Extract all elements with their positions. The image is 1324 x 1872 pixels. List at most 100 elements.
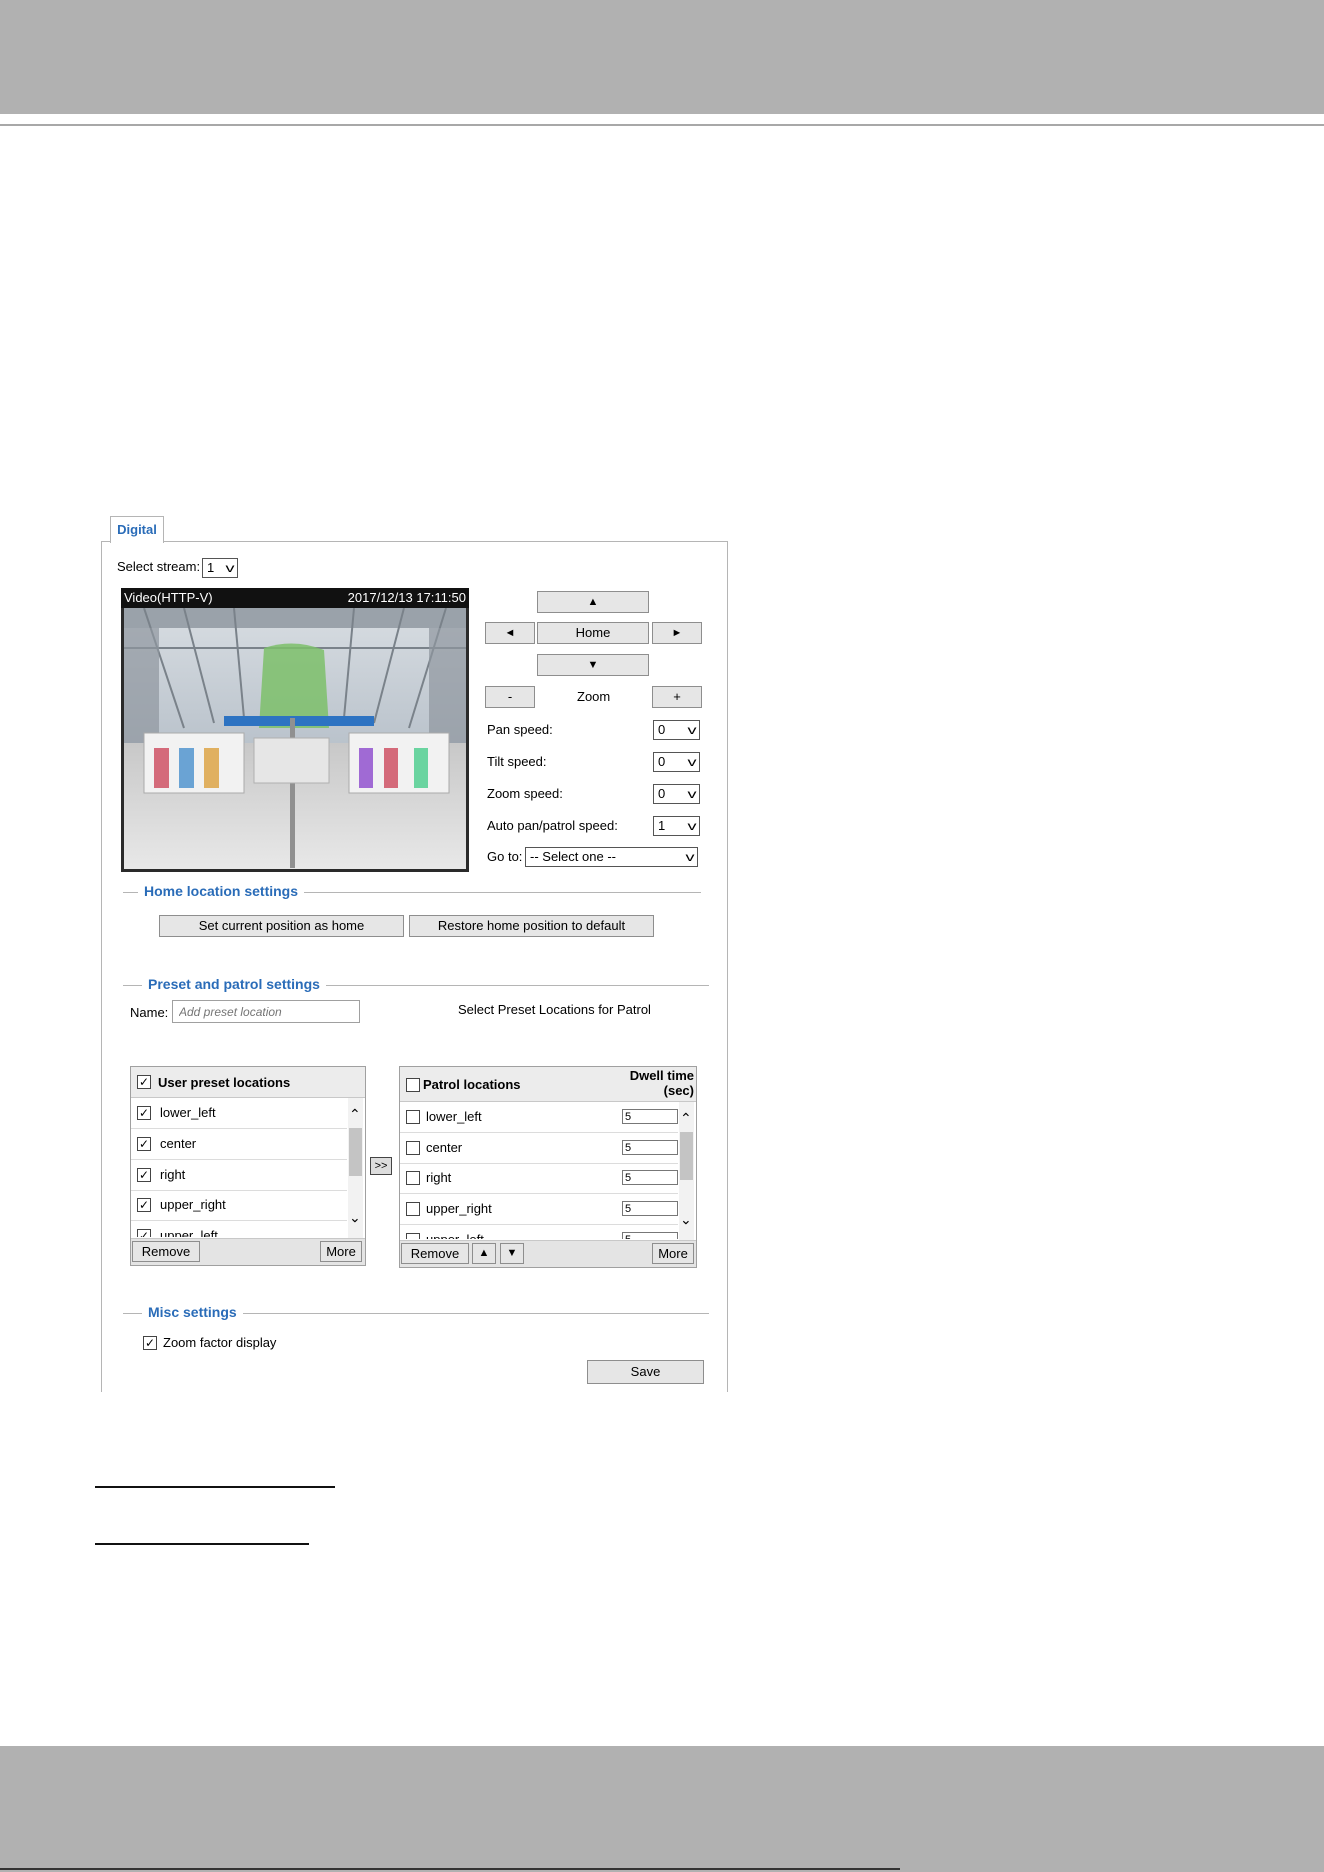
table-row[interactable]: lower_left 5 — [400, 1102, 678, 1133]
preset-section-title: Preset and patrol settings — [142, 976, 326, 992]
preset-name-label: Name: — [130, 1005, 169, 1020]
patrol-location-label: upper_right — [426, 1201, 492, 1216]
move-up-button[interactable]: ▲ — [472, 1243, 496, 1264]
list-item[interactable]: ✓ right — [131, 1160, 347, 1191]
stream-select[interactable]: 1v — [202, 558, 238, 578]
list-item-checkbox[interactable]: ✓ — [137, 1168, 151, 1182]
home-button[interactable]: Home — [537, 622, 649, 644]
select-stream-label: Select stream: — [117, 559, 201, 574]
pan-left-button[interactable]: ◄ — [485, 622, 535, 644]
table-row[interactable]: center 5 — [400, 1133, 678, 1164]
scroll-down-icon[interactable]: ⌃ — [680, 1210, 692, 1227]
patrol-location-label: right — [426, 1170, 452, 1185]
tilt-speed-label: Tilt speed: — [487, 754, 547, 769]
header-rule — [0, 124, 1324, 126]
auto-speed-select[interactable]: 1v — [653, 816, 700, 836]
zoom-label: Zoom — [577, 689, 611, 704]
patrol-list-scrollbar[interactable]: ⌃ ⌃ — [679, 1102, 694, 1240]
auto-speed-value: 1 — [658, 818, 666, 833]
dwell-time-input[interactable]: 5 — [622, 1109, 678, 1124]
zoom-factor-checkbox[interactable]: ✓ — [143, 1336, 157, 1350]
chevron-down-icon: v — [225, 561, 235, 575]
list-item-checkbox[interactable]: ✓ — [137, 1137, 151, 1151]
misc-section-title: Misc settings — [142, 1304, 243, 1320]
table-row[interactable]: upper_right 5 — [400, 1194, 678, 1225]
remove-patrol-button[interactable]: Remove — [401, 1243, 469, 1264]
zoom-out-button[interactable]: - — [485, 686, 535, 708]
patrol-caption: Select Preset Locations for Patrol — [458, 1002, 651, 1017]
dwell-time-input[interactable]: 5 — [622, 1232, 678, 1239]
patrol-location-label: lower_left — [426, 1109, 482, 1124]
list-item[interactable]: ✓ upper_right — [131, 1190, 347, 1221]
zoom-speed-label: Zoom speed: — [487, 786, 563, 801]
patrol-location-list: Patrol locations Dwell time (sec) lower_… — [399, 1066, 697, 1268]
goto-select[interactable]: -- Select one -- v — [525, 847, 698, 867]
zoom-in-button[interactable]: + — [652, 686, 702, 708]
table-row[interactable]: right 5 — [400, 1163, 678, 1194]
pan-speed-value: 0 — [658, 722, 666, 737]
scroll-up-icon[interactable]: ⌃ — [349, 1106, 361, 1123]
user-list-footer: Remove More — [131, 1238, 365, 1265]
dwell-time-input[interactable]: 5 — [622, 1170, 678, 1185]
list-item-label: upper_right — [160, 1197, 226, 1212]
user-list-scrollbar[interactable]: ⌃ ⌃ — [348, 1098, 363, 1238]
chevron-down-icon: v — [687, 723, 697, 737]
remove-user-preset-button[interactable]: Remove — [132, 1241, 200, 1262]
live-video: Video(HTTP-V) 2017/12/13 17:11:50 — [121, 588, 469, 872]
row-checkbox[interactable] — [406, 1202, 420, 1216]
select-all-user-checkbox[interactable]: ✓ — [137, 1075, 151, 1089]
chevron-down-icon: v — [687, 819, 697, 833]
move-down-button[interactable]: ▼ — [500, 1243, 524, 1264]
scroll-down-icon[interactable]: ⌃ — [349, 1208, 361, 1225]
pan-right-button[interactable]: ► — [652, 622, 702, 644]
pan-up-button[interactable]: ▲ — [537, 591, 649, 613]
underline-rule — [95, 1543, 309, 1545]
list-item-checkbox[interactable]: ✓ — [137, 1229, 151, 1237]
tab-digital[interactable]: Digital — [110, 516, 164, 543]
save-button[interactable]: Save — [587, 1360, 704, 1384]
list-item-label: center — [160, 1136, 197, 1151]
more-user-preset-button[interactable]: More — [320, 1241, 362, 1262]
list-item[interactable]: ✓ center — [131, 1129, 347, 1160]
more-patrol-button[interactable]: More — [652, 1243, 694, 1264]
patrol-list-footer: Remove ▲ ▼ More — [400, 1240, 696, 1267]
row-checkbox[interactable] — [406, 1233, 420, 1239]
list-item-label: upper_left — [160, 1228, 218, 1237]
goto-value: -- Select one -- — [530, 849, 616, 864]
scroll-up-icon[interactable]: ⌃ — [680, 1110, 692, 1127]
table-row[interactable]: upper_left 5 — [400, 1225, 678, 1239]
dwell-time-input[interactable]: 5 — [622, 1201, 678, 1216]
set-home-button[interactable]: Set current position as home — [159, 915, 404, 937]
video-header: Video(HTTP-V) 2017/12/13 17:11:50 — [121, 588, 469, 608]
row-checkbox[interactable] — [406, 1110, 420, 1124]
list-item-checkbox[interactable]: ✓ — [137, 1106, 151, 1120]
camera-scene-image — [124, 608, 466, 869]
pan-speed-label: Pan speed: — [487, 722, 553, 737]
scrollbar-thumb[interactable] — [680, 1132, 693, 1180]
chevron-down-icon: v — [687, 755, 697, 769]
patrol-location-label: center — [426, 1140, 463, 1155]
add-to-patrol-button[interactable]: >> — [370, 1157, 392, 1175]
patrol-list-header: Patrol locations Dwell time (sec) — [400, 1067, 696, 1102]
video-timestamp: 2017/12/13 17:11:50 — [347, 590, 466, 605]
tilt-speed-select[interactable]: 0v — [653, 752, 700, 772]
select-all-patrol-checkbox[interactable] — [406, 1078, 420, 1092]
list-item[interactable]: ✓ lower_left — [131, 1098, 347, 1129]
list-item-checkbox[interactable]: ✓ — [137, 1198, 151, 1212]
pan-down-button[interactable]: ▼ — [537, 654, 649, 676]
dwell-time-input[interactable]: 5 — [622, 1140, 678, 1155]
list-item-label: right — [160, 1167, 186, 1182]
user-preset-list: ✓ User preset locations ✓ lower_left ✓ c… — [130, 1066, 366, 1266]
preset-name-input[interactable] — [172, 1000, 360, 1023]
goto-label: Go to: — [487, 849, 523, 864]
row-checkbox[interactable] — [406, 1171, 420, 1185]
list-item[interactable]: ✓ upper_left — [131, 1221, 347, 1237]
user-preset-header: ✓ User preset locations — [131, 1067, 365, 1098]
row-checkbox[interactable] — [406, 1141, 420, 1155]
footer-rule — [0, 1868, 900, 1870]
scrollbar-thumb[interactable] — [349, 1128, 362, 1176]
zoom-speed-select[interactable]: 0v — [653, 784, 700, 804]
pan-speed-select[interactable]: 0v — [653, 720, 700, 740]
chevron-down-icon: v — [687, 787, 697, 801]
restore-home-button[interactable]: Restore home position to default — [409, 915, 654, 937]
